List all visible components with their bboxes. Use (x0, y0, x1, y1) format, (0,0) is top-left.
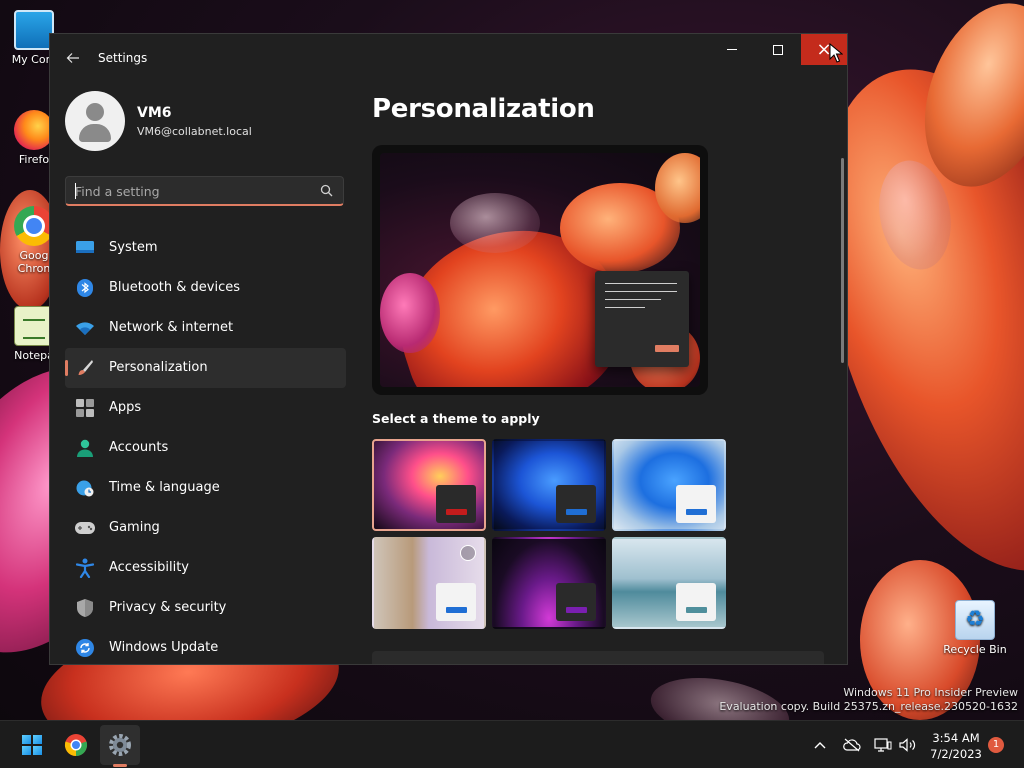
scrollbar[interactable] (841, 158, 844, 363)
theme-bloom-light[interactable] (612, 439, 726, 531)
active-app-indicator (113, 764, 127, 767)
theme-preview (372, 145, 708, 395)
title-bar[interactable]: Settings × (50, 34, 847, 82)
gamepad-icon (75, 518, 95, 538)
sync-icon (75, 638, 95, 658)
desktop-icon-recycle-bin[interactable]: Recycle Bin (940, 600, 1010, 656)
window-title: Settings (98, 51, 148, 65)
back-button[interactable] (62, 48, 84, 68)
sidebar-item-apps[interactable]: Apps (65, 388, 346, 428)
notification-badge[interactable]: 1 (988, 737, 1004, 753)
settings-gear-icon (109, 734, 131, 756)
spotlight-badge-icon (460, 545, 476, 561)
avatar[interactable] (65, 91, 125, 151)
theme-glow-purple[interactable] (492, 537, 606, 629)
settings-card-partial[interactable] (372, 651, 824, 664)
minimize-button[interactable] (709, 34, 755, 65)
system-clock[interactable]: 3:54 AM 7/2/2023 (918, 730, 994, 762)
page-title: Personalization (372, 94, 595, 124)
monitor-icon (75, 238, 95, 258)
bluetooth-icon (75, 278, 95, 298)
firefox-icon (14, 110, 54, 150)
sidebar-item-accessibility[interactable]: Accessibility (65, 548, 346, 588)
chrome-icon (14, 206, 54, 246)
clock-date: 7/2/2023 (930, 747, 982, 761)
start-button[interactable] (12, 725, 52, 765)
mouse-cursor-icon (829, 43, 843, 63)
brush-icon (75, 358, 95, 378)
minimize-icon (727, 49, 737, 50)
watermark-line2: Evaluation copy. Build 25375.zn_release.… (719, 700, 1018, 713)
computer-icon (14, 10, 54, 50)
globe-clock-icon (75, 478, 95, 498)
settings-window: Settings × VM6 VM6@collabnet.local Syste… (49, 33, 848, 665)
sidebar-item-gaming[interactable]: Gaming (65, 508, 346, 548)
network-icon[interactable] (873, 735, 893, 755)
clock-time: 3:54 AM (932, 731, 980, 745)
wallpaper-preview-image (380, 153, 700, 387)
theme-spotlight[interactable] (372, 537, 486, 629)
sidebar-item-network-internet[interactable]: Network & internet (65, 308, 346, 348)
chevron-up-icon[interactable] (810, 735, 830, 755)
theme-flow[interactable] (612, 537, 726, 629)
search-input[interactable] (75, 183, 311, 200)
user-email: VM6@collabnet.local (137, 125, 252, 138)
theme-section-title: Select a theme to apply (372, 411, 540, 426)
sidebar-item-windows-update[interactable]: Windows Update (65, 628, 346, 664)
arrow-left-icon (66, 53, 79, 63)
recycle-bin-icon (955, 600, 995, 640)
text-caret (75, 183, 76, 199)
sidebar-item-system[interactable]: System (65, 228, 346, 268)
preview-window-sample (595, 271, 689, 367)
taskbar: 3:54 AM 7/2/2023 1 (0, 720, 1024, 768)
sidebar-item-time-language[interactable]: Time & language (65, 468, 346, 508)
notepad-icon (14, 306, 54, 346)
sidebar-item-bluetooth-devices[interactable]: Bluetooth & devices (65, 268, 346, 308)
theme-bloom-dark[interactable] (492, 439, 606, 531)
taskbar-settings-button[interactable] (100, 725, 140, 765)
search-box[interactable] (65, 176, 344, 206)
chrome-icon (64, 734, 88, 757)
person-icon (75, 438, 95, 458)
sidebar-item-privacy-security[interactable]: Privacy & security (65, 588, 346, 628)
maximize-button[interactable] (755, 34, 801, 65)
volume-icon[interactable] (898, 735, 918, 755)
sidebar-item-personalization[interactable]: Personalization (65, 348, 346, 388)
theme-grid (372, 439, 728, 629)
wifi-icon (75, 318, 95, 338)
shield-icon (75, 598, 95, 618)
maximize-icon (773, 44, 783, 55)
sidebar-nav: System Bluetooth & devices Network & int… (65, 228, 346, 664)
taskbar-chrome-button[interactable] (56, 725, 96, 765)
user-name: VM6 (137, 105, 172, 121)
cloud-offline-icon[interactable] (842, 735, 862, 755)
search-icon[interactable] (320, 184, 333, 197)
os-watermark: Windows 11 Pro Insider Preview Evaluatio… (719, 686, 1018, 714)
theme-glow-dark[interactable] (372, 439, 486, 531)
watermark-line1: Windows 11 Pro Insider Preview (843, 686, 1018, 699)
apps-icon (75, 398, 95, 418)
windows-logo-icon (22, 735, 42, 755)
accessibility-icon (75, 558, 95, 578)
sidebar-item-accounts[interactable]: Accounts (65, 428, 346, 468)
